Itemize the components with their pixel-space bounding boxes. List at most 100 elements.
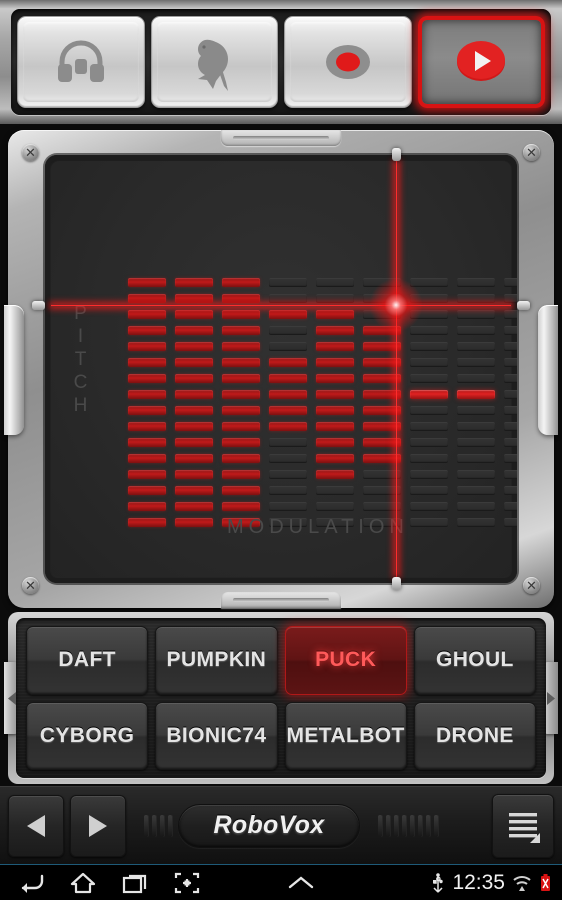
screw-glyph: ✕ (25, 146, 36, 159)
home-icon[interactable] (70, 872, 96, 894)
triangle-left-icon (25, 814, 47, 838)
led-cell (222, 278, 260, 287)
led-cell (222, 454, 260, 463)
app-root: ✕ ✕ ✕ ✕ PITCH MODULATION DAFT PUMPKIN PUCK (0, 0, 562, 900)
led-cell (410, 294, 448, 303)
led-cell (457, 310, 495, 319)
led-cell (175, 326, 213, 335)
led-cell (504, 486, 517, 495)
led-cell (222, 294, 260, 303)
crosshair-nub-left[interactable] (32, 301, 45, 310)
preset-label: PUMPKIN (167, 649, 267, 671)
led-cell (269, 358, 307, 367)
xy-pad-screen[interactable]: PITCH MODULATION (45, 155, 517, 583)
preset-button[interactable]: GHOUL (414, 626, 536, 695)
chevron-up-icon[interactable] (286, 872, 316, 894)
monitor-button[interactable] (17, 16, 145, 108)
led-cell (504, 454, 517, 463)
bottom-toolbar: RoboVox (0, 786, 562, 864)
led-cell (128, 278, 166, 287)
crosshair-nub-top[interactable] (392, 148, 401, 161)
led-cell (128, 438, 166, 447)
led-cell (504, 438, 517, 447)
status-icons: 12:35 (431, 871, 562, 895)
preset-button[interactable]: CYBORG (26, 702, 148, 771)
led-cell (128, 310, 166, 319)
app-title: RoboVox (178, 804, 360, 848)
crosshair-nub-bottom[interactable] (392, 577, 401, 590)
preset-button-grid: DAFT PUMPKIN PUCKGHOUL CYBORG BIONIC74METALB… (16, 618, 546, 778)
toolbar-button-group (11, 9, 551, 115)
preset-button[interactable]: PUCK (285, 626, 407, 695)
led-cell (457, 486, 495, 495)
play-button[interactable] (418, 16, 546, 108)
led-cell (269, 454, 307, 463)
back-icon[interactable] (18, 872, 44, 894)
preset-label: METAL (286, 725, 359, 747)
led-cell (504, 358, 517, 367)
led-cell (504, 406, 517, 415)
led-cell (457, 502, 495, 511)
record-button[interactable] (284, 16, 412, 108)
led-cell (457, 358, 495, 367)
menu-button[interactable] (492, 794, 554, 858)
led-cell (269, 470, 307, 479)
led-cell (128, 390, 166, 399)
led-cell (269, 326, 307, 335)
led-cell (316, 374, 354, 383)
preset-button[interactable]: DRONE (414, 702, 536, 771)
led-cell (457, 294, 495, 303)
led-cell (316, 502, 354, 511)
preset-label: CYBORG (40, 725, 135, 747)
preset-button[interactable]: PUMPKIN (155, 626, 277, 695)
menu-icon (506, 809, 540, 843)
panel-tab-bottom (221, 592, 341, 608)
parrot-icon (187, 31, 241, 93)
led-cell (457, 518, 495, 527)
led-cell (128, 374, 166, 383)
led-cell (504, 342, 517, 351)
led-cell (504, 310, 517, 319)
led-cell (504, 278, 517, 287)
led-cell (457, 326, 495, 335)
chevron-right-icon (546, 692, 555, 705)
led-cell (222, 358, 260, 367)
led-cell (457, 342, 495, 351)
crosshair-nub-right[interactable] (517, 301, 530, 310)
led-cell (269, 374, 307, 383)
xy-pad-panel: ✕ ✕ ✕ ✕ PITCH MODULATION (8, 130, 554, 608)
next-preset-button[interactable] (70, 795, 126, 857)
preset-button[interactable]: BIONIC74 (155, 702, 277, 771)
led-cell (316, 422, 354, 431)
led-cell (175, 486, 213, 495)
android-nav-group (0, 871, 316, 895)
led-cell (410, 502, 448, 511)
voice-button[interactable] (151, 16, 279, 108)
wifi-icon (512, 873, 532, 893)
headphones-icon (53, 37, 109, 87)
screenshot-icon[interactable] (174, 871, 200, 895)
led-cell (457, 390, 495, 399)
preset-button[interactable]: METALBOT (285, 702, 407, 771)
led-cell (410, 406, 448, 415)
led-cell (222, 422, 260, 431)
led-cell (222, 342, 260, 351)
led-cell (504, 294, 517, 303)
preset-button[interactable]: DAFT (26, 626, 148, 695)
led-cell (269, 422, 307, 431)
screw-glyph: ✕ (526, 146, 537, 159)
led-cell (175, 470, 213, 479)
screw-top-left: ✕ (22, 144, 39, 161)
led-cell (410, 390, 448, 399)
led-cell (410, 310, 448, 319)
axis-label-pitch: PITCH (71, 303, 90, 418)
led-cell (504, 470, 517, 479)
led-cell (269, 406, 307, 415)
led-cell (504, 390, 517, 399)
recents-icon[interactable] (122, 872, 148, 894)
led-cell (316, 454, 354, 463)
led-cell (316, 310, 354, 319)
led-cell (410, 358, 448, 367)
prev-preset-button[interactable] (8, 795, 64, 857)
led-cell (457, 454, 495, 463)
